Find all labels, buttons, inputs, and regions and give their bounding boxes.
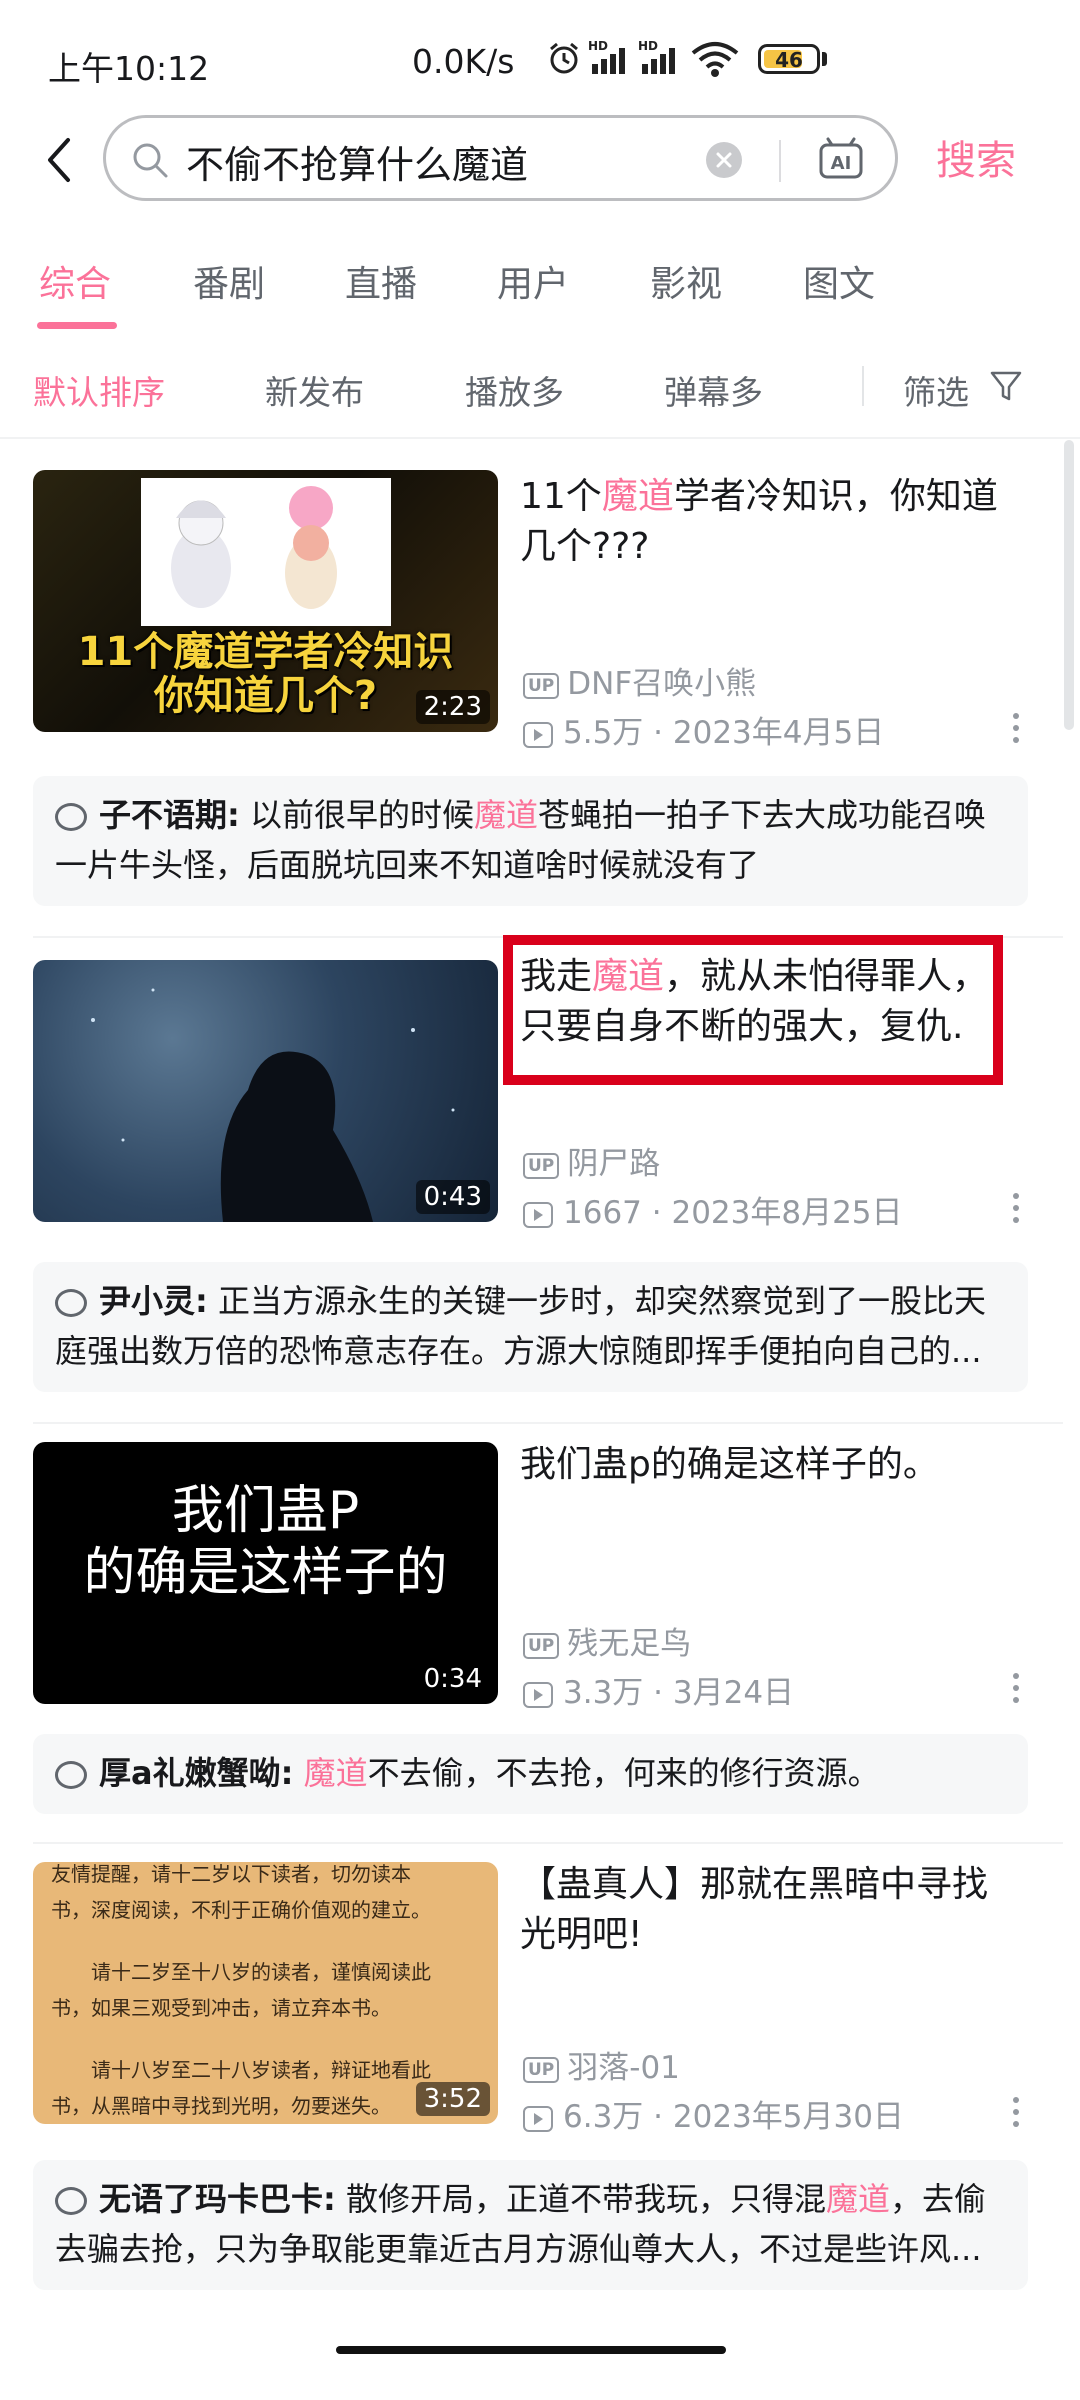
up-badge-icon: UP	[523, 672, 560, 699]
clear-icon[interactable]	[706, 142, 742, 178]
highlight-box	[503, 935, 1003, 1085]
play-count-icon	[523, 2105, 553, 2132]
tab-articles[interactable]: 图文	[803, 255, 875, 307]
more-options-icon[interactable]	[1013, 2097, 1021, 2133]
search-box[interactable]: 不偷不抢算什么魔道 AI	[103, 115, 898, 201]
thumbnail-text: 友情提醒，请十二岁以下读者，切勿读本 书，深度阅读，不利于正确价值观的建立。 请…	[51, 1862, 431, 2118]
comment-icon	[55, 803, 87, 831]
wifi-icon	[691, 42, 739, 77]
signal-1-icon: HD	[588, 39, 625, 74]
tab-movies[interactable]: 影视	[650, 255, 722, 307]
status-time: 上午10:12	[48, 49, 210, 88]
back-button[interactable]	[36, 130, 86, 190]
sort-divider	[862, 366, 864, 406]
video-title[interactable]: 我们蛊p的确是这样子的。	[520, 1440, 1020, 1490]
uploader[interactable]: UP 残无足鸟	[523, 1618, 691, 1663]
search-icon	[133, 143, 168, 178]
video-duration: 3:52	[415, 2082, 490, 2116]
search-divider	[779, 140, 781, 182]
uploader[interactable]: UP 羽落-01	[523, 2042, 680, 2087]
up-badge-icon: UP	[523, 1632, 560, 1659]
thumbnail-illustration	[141, 478, 391, 626]
signal-2-icon: HD	[638, 39, 675, 74]
play-count-icon	[523, 721, 553, 748]
up-badge-icon: UP	[523, 2056, 560, 2083]
more-options-icon[interactable]	[1013, 1193, 1021, 1229]
status-bar: 上午10:12 0.0K/s HD HD 46	[0, 0, 1080, 120]
up-badge-icon: UP	[523, 1152, 560, 1179]
play-count-icon	[523, 1681, 553, 1708]
comment-icon	[55, 1289, 87, 1317]
battery-icon: 46	[758, 44, 820, 74]
comment-icon	[55, 2187, 87, 2215]
video-duration: 0:34	[415, 1662, 490, 1696]
tab-users[interactable]: 用户	[497, 255, 569, 307]
uploader[interactable]: UP DNF召唤小熊	[523, 658, 756, 703]
svg-text:HD: HD	[638, 39, 658, 53]
video-duration: 0:43	[415, 1180, 490, 1214]
tab-live[interactable]: 直播	[345, 255, 417, 307]
hot-comment[interactable]: 无语了玛卡巴卡: 散修开局，正道不带我玩，只得混魔道，去偷去骗去抢，只为争取能更…	[33, 2160, 1028, 2290]
divider	[33, 1842, 1063, 1844]
more-options-icon[interactable]	[1013, 1673, 1021, 1709]
video-duration: 2:23	[415, 690, 490, 724]
comment-icon	[55, 1761, 87, 1789]
divider	[33, 1422, 1063, 1424]
sort-most-played[interactable]: 播放多	[465, 366, 564, 414]
thumbnail-caption: 我们蛊P 的确是这样子的	[83, 1481, 448, 1603]
search-button[interactable]: 搜索	[936, 128, 1016, 186]
tab-comprehensive[interactable]: 综合	[39, 255, 111, 307]
tab-bangumi[interactable]: 番剧	[193, 255, 265, 307]
svg-text:HD: HD	[588, 39, 608, 53]
ai-label: AI	[831, 153, 852, 174]
hot-comment[interactable]: 厚a礼嫩蟹呦: 魔道不去偷，不去抢，何来的修行资源。	[33, 1734, 1028, 1814]
hot-comment[interactable]: 尹小灵: 正当方源永生的关键一步时，却突然察觉到了一股比天庭强出数万倍的恐怖意志…	[33, 1262, 1028, 1392]
home-indicator[interactable]	[336, 2346, 726, 2354]
video-stats: 1667 · 2023年8月25日	[523, 1187, 903, 1232]
scrollbar[interactable]	[1064, 440, 1074, 730]
video-thumbnail[interactable]: 0:43	[33, 960, 498, 1222]
more-options-icon[interactable]	[1013, 713, 1021, 749]
uploader[interactable]: UP 阴尸路	[523, 1138, 660, 1183]
video-thumbnail[interactable]: 11个魔道学者冷知识 你知道几个? 2:23	[33, 470, 498, 732]
video-stats: 6.3万 · 2023年5月30日	[523, 2091, 904, 2136]
sort-newest[interactable]: 新发布	[265, 366, 364, 414]
filter-button[interactable]: 筛选	[903, 366, 969, 414]
network-speed: 0.0K/s	[412, 42, 515, 81]
filter-icon[interactable]	[988, 368, 1024, 404]
battery-level: 46	[775, 48, 803, 72]
video-title[interactable]: 11个魔道学者冷知识，你知道几个???	[520, 472, 1020, 572]
search-input[interactable]: 不偷不抢算什么魔道	[186, 134, 528, 189]
video-thumbnail[interactable]: 我们蛊P 的确是这样子的 0:34	[33, 1442, 498, 1704]
video-title[interactable]: 【蛊真人】那就在黑暗中寻找光明吧!	[520, 1860, 1020, 1960]
hot-comment[interactable]: 子不语期: 以前很早的时候魔道苍蝇拍一拍子下去大成功能召唤一片牛头怪，后面脱坑回…	[33, 776, 1028, 906]
video-thumbnail[interactable]: 友情提醒，请十二岁以下读者，切勿读本 书，深度阅读，不利于正确价值观的建立。 请…	[33, 1862, 498, 2124]
video-stats: 5.5万 · 2023年4月5日	[523, 707, 884, 752]
tab-indicator	[37, 322, 117, 329]
sort-default[interactable]: 默认排序	[33, 366, 165, 414]
play-count-icon	[523, 1201, 553, 1228]
video-stats: 3.3万 · 3月24日	[523, 1667, 794, 1712]
sort-most-danmaku[interactable]: 弹幕多	[664, 366, 763, 414]
alarm-icon	[550, 42, 578, 74]
divider	[0, 437, 1080, 439]
ai-search-icon[interactable]: AI	[818, 136, 864, 182]
